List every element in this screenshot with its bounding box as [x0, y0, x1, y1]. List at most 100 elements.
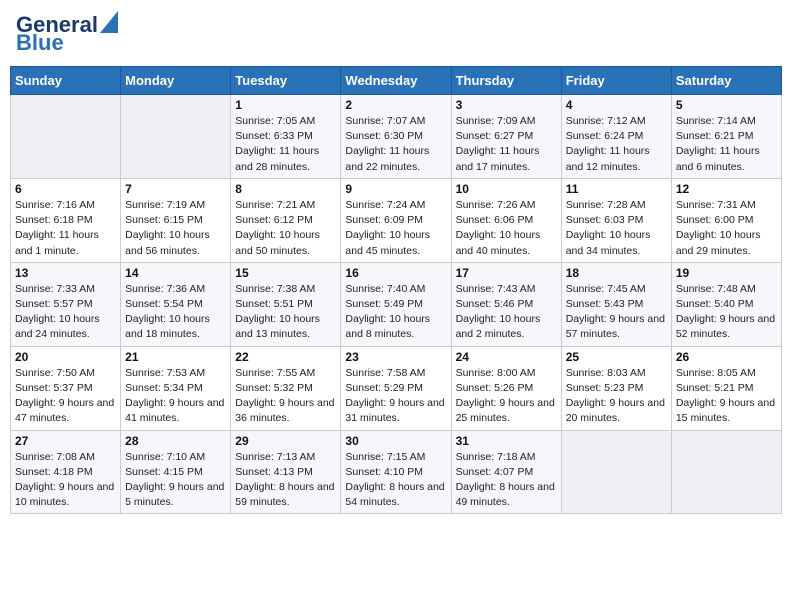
calendar-cell: 7 Sunrise: 7:19 AM Sunset: 6:15 PM Daylig… [121, 178, 231, 262]
calendar-cell: 14 Sunrise: 7:36 AM Sunset: 5:54 PM Dayli… [121, 262, 231, 346]
day-number: 29 [235, 434, 336, 448]
day-number: 22 [235, 350, 336, 364]
day-number: 2 [345, 98, 446, 112]
day-number: 19 [676, 266, 777, 280]
day-number: 27 [15, 434, 116, 448]
day-info: Sunrise: 7:28 AM Sunset: 6:03 PM Dayligh… [566, 198, 667, 259]
day-number: 15 [235, 266, 336, 280]
weekday-header-wednesday: Wednesday [341, 67, 451, 95]
day-number: 25 [566, 350, 667, 364]
calendar-cell: 13 Sunrise: 7:33 AM Sunset: 5:57 PM Dayli… [11, 262, 121, 346]
day-info: Sunrise: 7:05 AM Sunset: 6:33 PM Dayligh… [235, 114, 336, 175]
day-info: Sunrise: 7:31 AM Sunset: 6:00 PM Dayligh… [676, 198, 777, 259]
day-info: Sunrise: 7:26 AM Sunset: 6:06 PM Dayligh… [456, 198, 557, 259]
calendar-cell: 11 Sunrise: 7:28 AM Sunset: 6:03 PM Dayli… [561, 178, 671, 262]
day-number: 30 [345, 434, 446, 448]
calendar-cell: 21 Sunrise: 7:53 AM Sunset: 5:34 PM Dayli… [121, 346, 231, 430]
calendar-cell: 30 Sunrise: 7:15 AM Sunset: 4:10 PM Dayli… [341, 430, 451, 514]
day-info: Sunrise: 8:03 AM Sunset: 5:23 PM Dayligh… [566, 366, 667, 427]
day-number: 16 [345, 266, 446, 280]
day-number: 7 [125, 182, 226, 196]
calendar-cell: 10 Sunrise: 7:26 AM Sunset: 6:06 PM Dayli… [451, 178, 561, 262]
day-info: Sunrise: 7:33 AM Sunset: 5:57 PM Dayligh… [15, 282, 116, 343]
day-number: 31 [456, 434, 557, 448]
calendar-cell: 24 Sunrise: 8:00 AM Sunset: 5:26 PM Dayli… [451, 346, 561, 430]
day-number: 18 [566, 266, 667, 280]
day-number: 4 [566, 98, 667, 112]
day-number: 8 [235, 182, 336, 196]
calendar-cell: 3 Sunrise: 7:09 AM Sunset: 6:27 PM Daylig… [451, 95, 561, 179]
calendar-cell: 28Sunrise: 7:10 AM Sunset: 4:15 PM Dayli… [121, 430, 231, 514]
day-info: Sunrise: 7:36 AM Sunset: 5:54 PM Dayligh… [125, 282, 226, 343]
day-number: 5 [676, 98, 777, 112]
calendar-cell: 15 Sunrise: 7:38 AM Sunset: 5:51 PM Dayli… [231, 262, 341, 346]
day-number: 1 [235, 98, 336, 112]
calendar-cell: 23Sunrise: 7:58 AM Sunset: 5:29 PM Dayli… [341, 346, 451, 430]
calendar-header: SundayMondayTuesdayWednesdayThursdayFrid… [11, 67, 782, 95]
calendar-cell: 5 Sunrise: 7:14 AM Sunset: 6:21 PM Daylig… [671, 95, 781, 179]
day-info: Sunrise: 7:45 AM Sunset: 5:43 PM Dayligh… [566, 282, 667, 343]
calendar-cell: 25 Sunrise: 8:03 AM Sunset: 5:23 PM Dayli… [561, 346, 671, 430]
calendar-cell [561, 430, 671, 514]
calendar-cell: 29 Sunrise: 7:13 AM Sunset: 4:13 PM Dayli… [231, 430, 341, 514]
weekday-header-thursday: Thursday [451, 67, 561, 95]
day-info: Sunrise: 7:16 AM Sunset: 6:18 PM Dayligh… [15, 198, 116, 259]
calendar-cell: 8 Sunrise: 7:21 AM Sunset: 6:12 PM Daylig… [231, 178, 341, 262]
day-number: 21 [125, 350, 226, 364]
calendar-cell [11, 95, 121, 179]
calendar-cell: 12Sunrise: 7:31 AM Sunset: 6:00 PM Dayli… [671, 178, 781, 262]
weekday-header-friday: Friday [561, 67, 671, 95]
weekday-header-tuesday: Tuesday [231, 67, 341, 95]
day-info: Sunrise: 7:50 AM Sunset: 5:37 PM Dayligh… [15, 366, 116, 427]
day-number: 20 [15, 350, 116, 364]
day-number: 26 [676, 350, 777, 364]
day-info: Sunrise: 7:14 AM Sunset: 6:21 PM Dayligh… [676, 114, 777, 175]
day-info: Sunrise: 7:12 AM Sunset: 6:24 PM Dayligh… [566, 114, 667, 175]
calendar-cell: 2 Sunrise: 7:07 AM Sunset: 6:30 PM Daylig… [341, 95, 451, 179]
day-number: 9 [345, 182, 446, 196]
day-info: Sunrise: 8:00 AM Sunset: 5:26 PM Dayligh… [456, 366, 557, 427]
calendar-cell: 31 Sunrise: 7:18 AM Sunset: 4:07 PM Dayli… [451, 430, 561, 514]
calendar-cell: 17 Sunrise: 7:43 AM Sunset: 5:46 PM Dayli… [451, 262, 561, 346]
day-info: Sunrise: 7:10 AM Sunset: 4:15 PM Dayligh… [125, 450, 226, 511]
day-number: 17 [456, 266, 557, 280]
day-info: Sunrise: 7:53 AM Sunset: 5:34 PM Dayligh… [125, 366, 226, 427]
day-info: Sunrise: 7:19 AM Sunset: 6:15 PM Dayligh… [125, 198, 226, 259]
day-number: 24 [456, 350, 557, 364]
logo: General Blue [16, 14, 118, 54]
calendar-cell [671, 430, 781, 514]
day-number: 3 [456, 98, 557, 112]
day-info: Sunrise: 7:43 AM Sunset: 5:46 PM Dayligh… [456, 282, 557, 343]
day-info: Sunrise: 7:24 AM Sunset: 6:09 PM Dayligh… [345, 198, 446, 259]
day-number: 11 [566, 182, 667, 196]
day-info: Sunrise: 7:40 AM Sunset: 5:49 PM Dayligh… [345, 282, 446, 343]
day-number: 13 [15, 266, 116, 280]
day-info: Sunrise: 7:18 AM Sunset: 4:07 PM Dayligh… [456, 450, 557, 511]
calendar-cell [121, 95, 231, 179]
logo-text-blue: Blue [16, 32, 64, 54]
weekday-header-saturday: Saturday [671, 67, 781, 95]
weekday-header-sunday: Sunday [11, 67, 121, 95]
day-number: 6 [15, 182, 116, 196]
day-info: Sunrise: 7:58 AM Sunset: 5:29 PM Dayligh… [345, 366, 446, 427]
day-info: Sunrise: 7:38 AM Sunset: 5:51 PM Dayligh… [235, 282, 336, 343]
day-info: Sunrise: 7:21 AM Sunset: 6:12 PM Dayligh… [235, 198, 336, 259]
day-info: Sunrise: 7:48 AM Sunset: 5:40 PM Dayligh… [676, 282, 777, 343]
calendar-cell: 6 Sunrise: 7:16 AM Sunset: 6:18 PM Daylig… [11, 178, 121, 262]
calendar-cell: 19 Sunrise: 7:48 AM Sunset: 5:40 PM Dayli… [671, 262, 781, 346]
calendar-cell: 4 Sunrise: 7:12 AM Sunset: 6:24 PM Daylig… [561, 95, 671, 179]
page-header: General Blue [10, 10, 782, 58]
day-info: Sunrise: 7:13 AM Sunset: 4:13 PM Dayligh… [235, 450, 336, 511]
day-info: Sunrise: 7:08 AM Sunset: 4:18 PM Dayligh… [15, 450, 116, 511]
day-info: Sunrise: 7:09 AM Sunset: 6:27 PM Dayligh… [456, 114, 557, 175]
day-info: Sunrise: 7:55 AM Sunset: 5:32 PM Dayligh… [235, 366, 336, 427]
logo-bird-icon [100, 11, 118, 33]
day-info: Sunrise: 7:07 AM Sunset: 6:30 PM Dayligh… [345, 114, 446, 175]
day-number: 14 [125, 266, 226, 280]
day-info: Sunrise: 7:15 AM Sunset: 4:10 PM Dayligh… [345, 450, 446, 511]
calendar-table: SundayMondayTuesdayWednesdayThursdayFrid… [10, 66, 782, 514]
calendar-cell: 20 Sunrise: 7:50 AM Sunset: 5:37 PM Dayli… [11, 346, 121, 430]
weekday-header-monday: Monday [121, 67, 231, 95]
calendar-cell: 27 Sunrise: 7:08 AM Sunset: 4:18 PM Dayli… [11, 430, 121, 514]
day-number: 10 [456, 182, 557, 196]
